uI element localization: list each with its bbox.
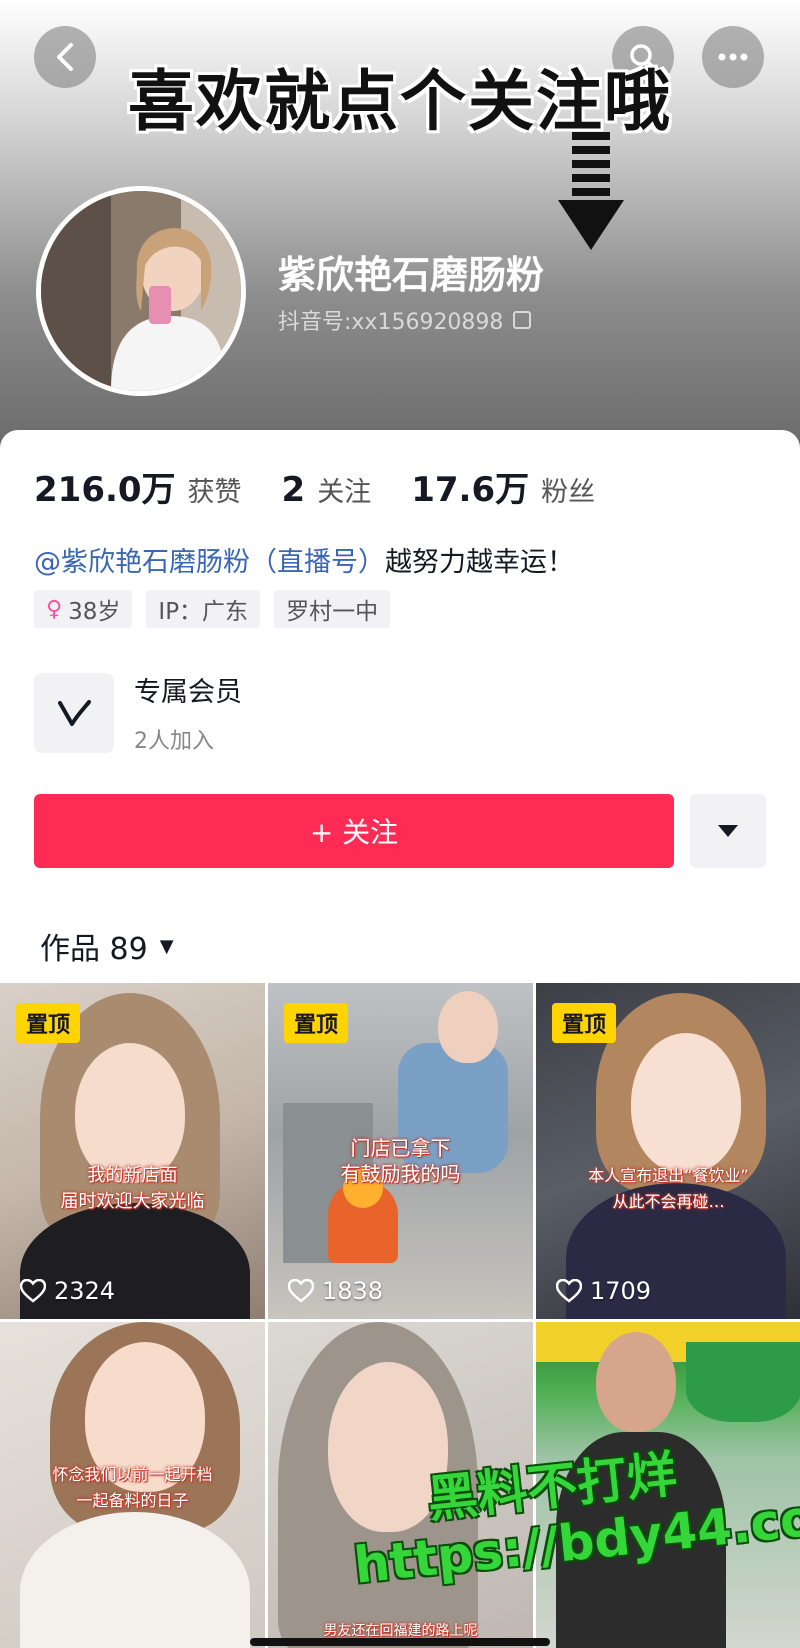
member-subtitle: 2人加入 xyxy=(134,729,214,754)
female-icon: ♀ xyxy=(46,596,63,622)
pinned-badge: 置顶 xyxy=(284,1003,349,1043)
works-label: 作品 89 xyxy=(40,932,148,967)
avatar-photo xyxy=(41,191,241,391)
member-title: 专属会员 xyxy=(134,677,242,708)
video-caption: 本人宣布退出“餐饮业” 从此不会再碰… xyxy=(588,1166,749,1211)
like-number: 1838 xyxy=(322,1277,384,1305)
caret-down-icon xyxy=(718,825,738,837)
video-caption: 怀念我们以前一起开档 一起备料的日子 xyxy=(52,1465,213,1510)
stat-label: 关注 xyxy=(317,477,372,508)
school-tag[interactable]: 罗村一中 xyxy=(274,590,391,628)
member-info: 专属会员 2人加入 xyxy=(134,670,242,755)
down-arrow-icon xyxy=(558,132,624,250)
bio-mention-link[interactable]: @紫欣艳石磨肠粉（直播号） xyxy=(34,547,385,578)
bio: @紫欣艳石磨肠粉（直播号）越努力越幸运！ xyxy=(34,540,574,579)
age-text: 38岁 xyxy=(68,599,121,625)
stat-number: 17.6万 xyxy=(411,470,530,510)
douyin-id: 抖音号:xx156920898 xyxy=(278,304,532,336)
stat-number: 216.0万 xyxy=(34,470,176,510)
video-tile[interactable]: 置顶 本人宣布退出“餐饮业” 从此不会再碰… 1709 xyxy=(536,983,800,1319)
follow-prompt-banner: 喜欢就点个关注哦 xyxy=(128,63,672,140)
recommend-dropdown-button[interactable] xyxy=(690,794,766,868)
profile-name: 紫欣艳石磨肠粉 xyxy=(278,253,545,297)
profile-header: 喜欢就点个关注哦 紫欣艳石磨肠粉 抖音号:xx156920898 xyxy=(0,0,800,450)
like-count: 1838 xyxy=(288,1277,383,1305)
douyin-id-text: 抖音号:xx156920898 xyxy=(278,310,504,335)
stat-number: 2 xyxy=(281,470,306,510)
video-caption: 我的新店面 届时欢迎大家光临 xyxy=(60,1165,205,1212)
like-count: 1709 xyxy=(556,1277,651,1305)
stats-row: 216.0万 获赞 2 关注 17.6万 粉丝 xyxy=(34,462,595,511)
copy-icon[interactable] xyxy=(513,311,532,329)
tab-works[interactable]: 作品 89 ▼ xyxy=(40,924,174,968)
heart-icon xyxy=(288,1279,314,1303)
stat-likes[interactable]: 216.0万 获赞 xyxy=(34,462,242,511)
follow-button[interactable]: + 关注 xyxy=(34,794,674,868)
like-count: 2324 xyxy=(20,1277,115,1305)
video-caption: 门店已拿下 有鼓励我的吗 xyxy=(340,1136,461,1186)
video-tile[interactable]: 置顶 我的新店面 届时欢迎大家光临 2324 xyxy=(0,983,265,1319)
member-v-icon xyxy=(34,672,114,753)
stat-label: 粉丝 xyxy=(541,477,596,508)
age-tag: ♀ 38岁 xyxy=(34,590,133,628)
pinned-badge: 置顶 xyxy=(16,1003,81,1043)
like-number: 1709 xyxy=(590,1277,652,1305)
stat-label: 获赞 xyxy=(187,477,242,508)
avatar[interactable] xyxy=(36,186,246,396)
home-indicator xyxy=(250,1638,550,1646)
stat-following[interactable]: 2 关注 xyxy=(282,470,372,510)
caret-down-icon: ▼ xyxy=(159,935,174,957)
heart-icon xyxy=(556,1279,582,1303)
video-tile[interactable]: 怀念我们以前一起开档 一起备料的日子 xyxy=(0,1322,265,1648)
pinned-badge: 置顶 xyxy=(552,1003,617,1043)
stat-followers[interactable]: 17.6万 粉丝 xyxy=(411,462,595,511)
like-number: 2324 xyxy=(54,1277,116,1305)
bio-text: 越努力越幸运！ xyxy=(385,547,574,578)
heart-icon xyxy=(20,1279,46,1303)
exclusive-member-entry[interactable]: 专属会员 2人加入 xyxy=(34,670,242,755)
video-tile[interactable]: 置顶 门店已拿下 有鼓励我的吗 1838 xyxy=(268,983,533,1319)
tag-row: ♀ 38岁 IP：广东 罗村一中 xyxy=(34,590,391,628)
ip-tag: IP：广东 xyxy=(146,590,261,628)
